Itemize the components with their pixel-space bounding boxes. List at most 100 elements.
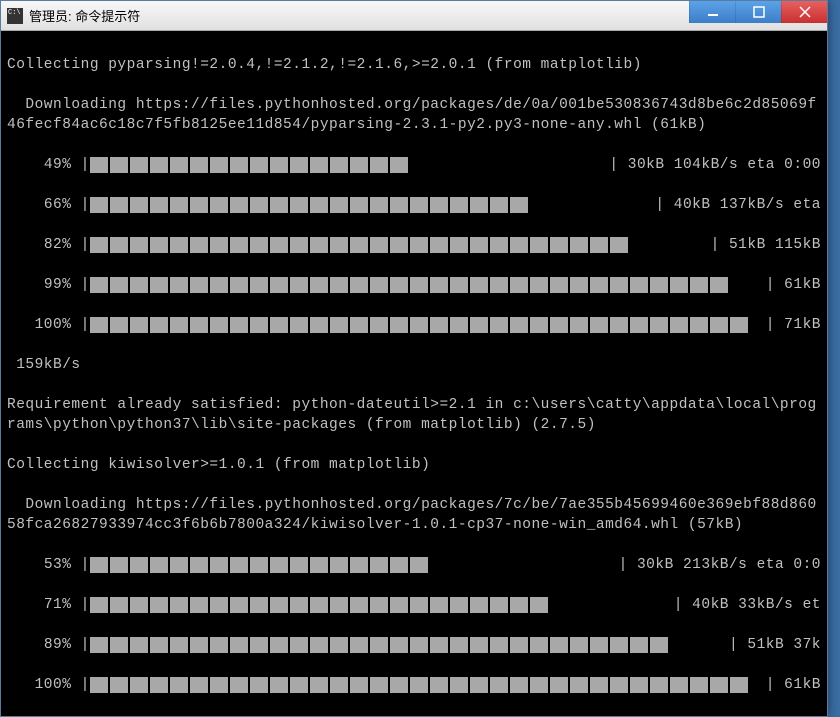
progress-block (650, 277, 668, 293)
maximize-button[interactable] (735, 1, 781, 23)
progress-block (490, 277, 508, 293)
progress-block (410, 677, 428, 693)
progress-block (170, 157, 188, 173)
minimize-button[interactable] (689, 1, 735, 23)
progress-block (390, 157, 408, 173)
progress-block (350, 237, 368, 253)
progress-block (250, 557, 268, 573)
progress-block (250, 157, 268, 173)
progress-bar (90, 197, 530, 213)
progress-block (110, 557, 128, 573)
progress-block (290, 277, 308, 293)
progress-block (190, 637, 208, 653)
progress-block (310, 157, 328, 173)
progress-block (390, 237, 408, 253)
progress-block (330, 597, 348, 613)
progress-block (470, 677, 488, 693)
terminal-output[interactable]: Collecting pyparsing!=2.0.4,!=2.1.2,!=2.… (1, 31, 827, 716)
progress-block (190, 677, 208, 693)
progress-block (90, 557, 108, 573)
progress-block (330, 557, 348, 573)
progress-block (370, 237, 388, 253)
progress-block (430, 637, 448, 653)
progress-block (110, 677, 128, 693)
progress-block (230, 157, 248, 173)
progress-block (250, 677, 268, 693)
progress-block (150, 677, 168, 693)
progress-block (530, 317, 548, 333)
progress-block (350, 557, 368, 573)
progress-block (130, 677, 148, 693)
progress-block (690, 277, 708, 293)
progress-block (170, 637, 188, 653)
progress-line: 99% || 61kB (7, 275, 821, 295)
progress-block (250, 637, 268, 653)
progress-line: 49% || 30kB 104kB/s eta 0:00 (7, 155, 821, 175)
progress-block (310, 557, 328, 573)
output-line: Requirement already satisfied: python-da… (7, 395, 821, 435)
progress-block (230, 557, 248, 573)
progress-block (330, 157, 348, 173)
progress-bar (90, 157, 410, 173)
cmd-icon (7, 8, 23, 24)
progress-block (290, 157, 308, 173)
progress-block (390, 197, 408, 213)
close-button[interactable] (781, 1, 827, 23)
progress-block (270, 597, 288, 613)
progress-block (670, 277, 688, 293)
progress-block (170, 237, 188, 253)
progress-block (550, 317, 568, 333)
progress-block (190, 317, 208, 333)
progress-block (650, 677, 668, 693)
progress-block (330, 237, 348, 253)
progress-block (610, 237, 628, 253)
progress-line: 53% || 30kB 213kB/s eta 0:0 (7, 555, 821, 575)
progress-block (470, 237, 488, 253)
progress-bar (90, 637, 670, 653)
progress-stats: | 40kB 33kB/s et (550, 595, 821, 615)
progress-block (410, 277, 428, 293)
progress-block (170, 677, 188, 693)
progress-block (330, 317, 348, 333)
progress-block (90, 197, 108, 213)
progress-block (90, 677, 108, 693)
progress-block (430, 197, 448, 213)
progress-block (130, 277, 148, 293)
progress-block (430, 277, 448, 293)
progress-block (510, 317, 528, 333)
progress-block (110, 637, 128, 653)
progress-block (470, 317, 488, 333)
progress-percent: 66% | (7, 195, 90, 215)
output-line: Downloading https://files.pythonhosted.o… (7, 95, 821, 135)
titlebar[interactable]: 管理员: 命令提示符 (1, 1, 827, 31)
progress-block (610, 637, 628, 653)
progress-block (350, 277, 368, 293)
progress-block (170, 557, 188, 573)
window-controls (689, 1, 827, 30)
progress-block (350, 317, 368, 333)
progress-block (370, 637, 388, 653)
progress-block (370, 157, 388, 173)
progress-block (530, 677, 548, 693)
progress-block (250, 197, 268, 213)
progress-block (250, 277, 268, 293)
progress-block (590, 277, 608, 293)
progress-block (350, 197, 368, 213)
progress-block (110, 197, 128, 213)
progress-block (610, 677, 628, 693)
progress-block (350, 157, 368, 173)
progress-block (410, 317, 428, 333)
progress-block (490, 237, 508, 253)
progress-block (430, 317, 448, 333)
progress-block (550, 277, 568, 293)
progress-block (270, 677, 288, 693)
progress-bar (90, 557, 430, 573)
progress-block (170, 197, 188, 213)
progress-percent: 100% | (7, 315, 90, 335)
progress-block (570, 237, 588, 253)
progress-block (550, 677, 568, 693)
progress-block (450, 197, 468, 213)
progress-block (530, 637, 548, 653)
progress-block (510, 637, 528, 653)
progress-block (490, 317, 508, 333)
